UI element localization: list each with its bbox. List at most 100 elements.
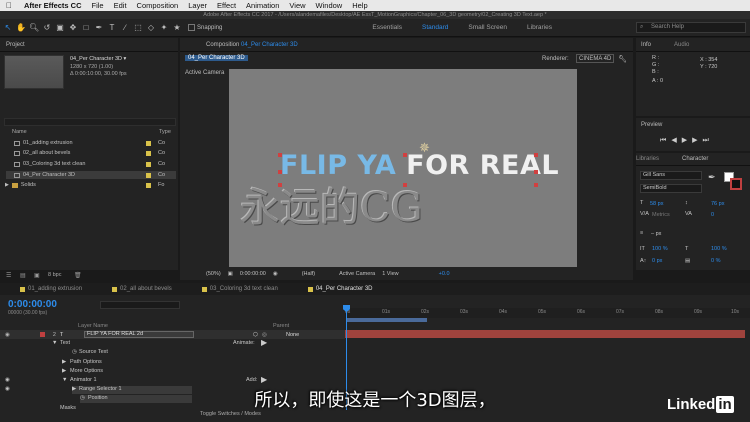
resolution-dropdown[interactable]: (Half) bbox=[302, 271, 315, 277]
new-composition-icon[interactable]: ▣ bbox=[34, 272, 40, 279]
eyedropper-icon[interactable]: ✒ bbox=[708, 172, 716, 183]
kerning-field[interactable]: Metrics bbox=[652, 212, 670, 218]
brush-tool-icon[interactable]: ∕ bbox=[120, 23, 130, 33]
bounding-handle[interactable] bbox=[534, 170, 538, 174]
baseline-shift-field[interactable]: 0 px bbox=[652, 258, 662, 264]
timeline-tab[interactable]: 03_Coloring 3d text clean bbox=[201, 286, 278, 292]
visibility-eye-icon[interactable]: ◉ bbox=[5, 377, 10, 383]
label-swatch[interactable] bbox=[146, 182, 151, 188]
menu-edit[interactable]: Edit bbox=[114, 1, 127, 10]
prop-path-options[interactable]: Path Options bbox=[70, 359, 102, 365]
last-frame-icon[interactable]: ⏭︎ bbox=[702, 137, 713, 144]
workspace-libraries[interactable]: Libraries bbox=[527, 24, 552, 31]
disclosure-triangle-icon[interactable]: ▶ bbox=[5, 182, 9, 188]
bounding-handle[interactable] bbox=[534, 183, 538, 187]
eraser-tool-icon[interactable]: ◇ bbox=[146, 23, 156, 33]
bounding-handle[interactable] bbox=[278, 153, 282, 157]
tsume-field[interactable]: 0 % bbox=[711, 258, 720, 264]
libraries-tab[interactable]: Libraries bbox=[636, 156, 659, 162]
leading-field[interactable]: 76 px bbox=[711, 201, 724, 207]
camera-tool-icon[interactable]: ▣ bbox=[55, 23, 65, 33]
character-tab[interactable]: Character bbox=[682, 156, 708, 162]
time-ruler[interactable]: 0s 01s 02s 03s 04s 05s 06s 07s 08s 09s 1… bbox=[345, 308, 750, 318]
apple-icon[interactable]:  bbox=[6, 1, 14, 10]
stroke-color-swatch[interactable] bbox=[730, 178, 742, 190]
type-tool-icon[interactable]: T bbox=[107, 23, 117, 33]
next-frame-icon[interactable]: ▶ bbox=[692, 137, 702, 144]
workspace-essentials[interactable]: Essentials bbox=[372, 24, 402, 31]
add-button[interactable]: Add: bbox=[246, 377, 257, 383]
selection-tool-icon[interactable]: ↖ bbox=[3, 23, 13, 33]
first-frame-icon[interactable]: ⏮︎ bbox=[660, 137, 671, 144]
layer-duration-bar[interactable] bbox=[345, 330, 745, 338]
timeline-tab-active[interactable]: 04_Per Character 3D bbox=[307, 286, 373, 292]
label-swatch[interactable] bbox=[146, 150, 151, 156]
column-type[interactable]: Type bbox=[159, 129, 171, 135]
camera-icon[interactable]: ◉ bbox=[273, 271, 278, 277]
rotate-tool-icon[interactable]: ↺ bbox=[42, 23, 52, 33]
label-swatch[interactable] bbox=[146, 161, 151, 167]
snapping-checkbox[interactable] bbox=[188, 24, 195, 31]
info-tab[interactable]: Info bbox=[641, 42, 651, 48]
timeline-tab[interactable]: 01_adding extrusion bbox=[20, 286, 82, 292]
animate-menu-icon[interactable]: ▶ bbox=[261, 338, 267, 347]
menu-file[interactable]: File bbox=[92, 1, 104, 10]
audio-tab[interactable]: Audio bbox=[674, 42, 689, 48]
bounding-handle[interactable] bbox=[534, 153, 538, 157]
visibility-eye-icon[interactable]: ◉ bbox=[5, 332, 10, 338]
zoom-tool-icon[interactable]: 🔍︎ bbox=[29, 23, 39, 33]
play-icon[interactable]: ▶ bbox=[682, 137, 692, 144]
column-name[interactable]: Name bbox=[12, 129, 27, 135]
selected-item-name[interactable]: 04_Per Character 3D ▾ bbox=[70, 56, 126, 62]
hand-tool-icon[interactable]: ✋ bbox=[16, 23, 26, 33]
label-swatch[interactable] bbox=[146, 172, 151, 178]
pan-behind-tool-icon[interactable]: ✥ bbox=[68, 23, 78, 33]
parent-dropdown[interactable]: None bbox=[286, 332, 299, 338]
search-help-input[interactable]: ⌕ Search Help bbox=[636, 22, 746, 33]
bounding-handle[interactable] bbox=[278, 170, 282, 174]
vertical-scale-field[interactable]: 100 % bbox=[652, 246, 668, 252]
preview-tab[interactable]: Preview bbox=[641, 122, 662, 128]
tracking-field[interactable]: 0 bbox=[711, 212, 714, 218]
snapshot-icon[interactable]: ▣ bbox=[228, 271, 233, 277]
menu-app[interactable]: After Effects CC bbox=[24, 1, 82, 10]
new-folder-icon[interactable]: ▤ bbox=[20, 272, 26, 279]
roto-tool-icon[interactable]: ✦ bbox=[159, 23, 169, 33]
layer-name-column[interactable]: Layer Name bbox=[78, 323, 108, 329]
puppet-tool-icon[interactable]: ★ bbox=[172, 23, 182, 33]
project-item[interactable]: 03_Coloring 3d text clean Co bbox=[6, 160, 176, 168]
prop-animator-1[interactable]: Animator 1 bbox=[70, 377, 97, 383]
interpret-footage-icon[interactable]: ☰ bbox=[6, 272, 11, 279]
prop-more-options[interactable]: More Options bbox=[70, 368, 103, 374]
menu-layer[interactable]: Layer bbox=[188, 1, 207, 10]
disclosure-triangle-icon[interactable]: ▶ bbox=[62, 359, 66, 365]
disclosure-triangle-icon[interactable]: ▼ bbox=[52, 340, 57, 346]
menu-composition[interactable]: Composition bbox=[137, 1, 179, 10]
prop-text[interactable]: Text bbox=[60, 340, 70, 346]
parent-column[interactable]: Parent bbox=[273, 323, 289, 329]
bpc-button[interactable]: 8 bpc bbox=[48, 272, 61, 278]
stroke-width-field[interactable]: – px bbox=[651, 231, 661, 237]
stopwatch-icon[interactable]: ◷ bbox=[72, 349, 77, 355]
previous-frame-icon[interactable]: ◀ bbox=[671, 137, 681, 144]
stamp-tool-icon[interactable]: ⬚ bbox=[133, 23, 143, 33]
workspace-small-screen[interactable]: Small Screen bbox=[468, 24, 507, 31]
3d-layer-cube-icon[interactable]: ⬡ bbox=[253, 332, 258, 338]
composition-tab[interactable]: Composition 04_Per Character 3D bbox=[206, 42, 298, 48]
layer-name-field[interactable]: FLIP YA FOR REAL 2d bbox=[84, 331, 194, 338]
magnification-dropdown[interactable]: (50%) bbox=[206, 271, 221, 277]
animate-button[interactable]: Animate: bbox=[233, 340, 255, 346]
view-layout-dropdown[interactable]: 1 View bbox=[382, 271, 398, 277]
menu-animation[interactable]: Animation bbox=[246, 1, 279, 10]
current-time-display[interactable]: 0:00:00:00 bbox=[240, 271, 266, 277]
project-search-input[interactable] bbox=[4, 118, 176, 126]
timeline-tab[interactable]: 02_all about bevels bbox=[112, 286, 172, 292]
composition-subtab[interactable]: 04_Per Character 3D bbox=[185, 55, 248, 61]
project-item-selected[interactable]: 04_Per Character 3D Co bbox=[6, 171, 176, 179]
parent-pickwhip-icon[interactable]: ◎ bbox=[262, 332, 267, 338]
project-tab[interactable]: Project bbox=[6, 42, 25, 48]
exposure-value[interactable]: +0.0 bbox=[439, 271, 450, 277]
project-folder[interactable]: ▶ Solids Fo bbox=[0, 181, 170, 189]
font-style-dropdown[interactable]: SemiBold bbox=[640, 184, 702, 193]
workspace-standard[interactable]: Standard bbox=[422, 24, 448, 31]
